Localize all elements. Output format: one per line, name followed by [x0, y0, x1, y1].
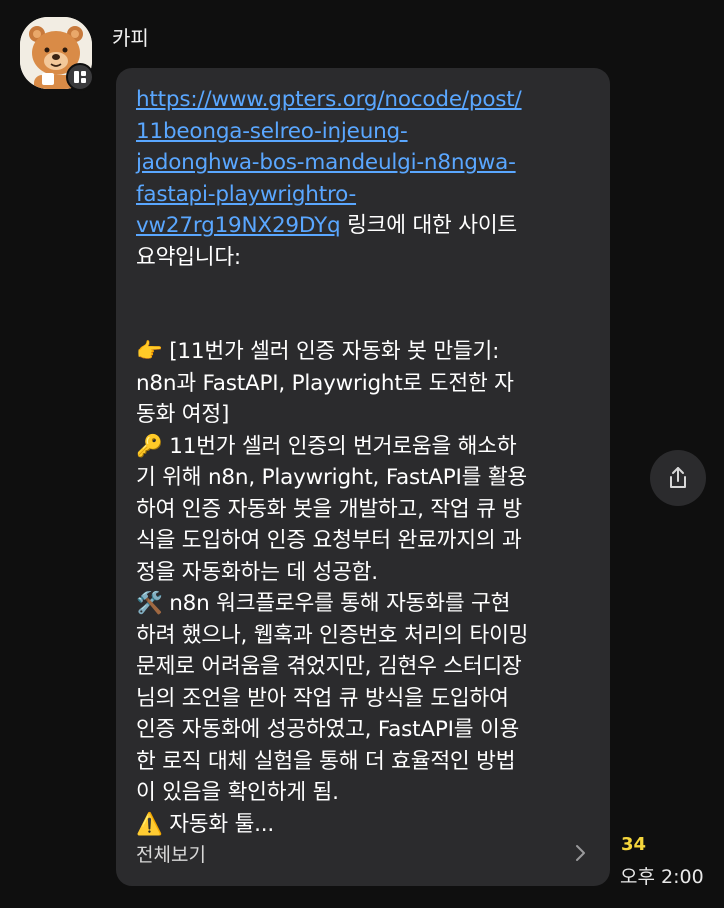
tools-line-1: n8n 워크플로우를 통해 자동화를 구현 [162, 591, 511, 616]
message-link-line-2[interactable]: 11beonga-selreo-injeung- [136, 119, 408, 144]
message-link-line-3[interactable]: jadonghwa-bos-mandeulgi-n8ngwa- [136, 150, 516, 175]
unread-count: 34 [621, 834, 647, 855]
message-link-line-4[interactable]: fastapi-playwrightro- [136, 182, 356, 207]
tools-line-7: 이 있음을 확인하게 됨. [136, 780, 339, 805]
message-link-line-5[interactable]: vw27rg19NX29DYq [136, 213, 341, 238]
key-icon: 🔑 [136, 433, 163, 459]
title-line-2: n8n과 FastAPI, Playwright로 도전한 자 [136, 370, 514, 396]
tools-line-6: 한 로직 대체 실험을 통해 더 효율적인 방법 [136, 748, 516, 774]
intro-text-2: 요약입니다: [136, 244, 241, 270]
message-bubble[interactable]: https://www.gpters.org/nocode/post/ 11be… [116, 68, 610, 886]
message-time: 오후 2:00 [620, 866, 704, 888]
share-button[interactable] [650, 450, 706, 506]
tools-line-4: 님의 조언을 받아 작업 큐 방식을 도입하여 [136, 685, 509, 711]
title-line-1: [11번가 셀러 인증 자동화 봇 만들기: [162, 339, 500, 364]
sender-name: 카피 [112, 26, 149, 50]
share-icon [670, 467, 686, 488]
pointing-hand-icon: 👉 [136, 339, 163, 364]
view-all-button[interactable]: 전체보기 [136, 828, 590, 878]
tools-line-3: 문제로 어려움을 겪었지만, 김현우 스터디장 [136, 654, 522, 679]
title-line-3: 동화 여정] [136, 402, 230, 427]
intro-text: 링크에 대한 사이트 [340, 213, 518, 238]
tools-icon: 🛠️ [136, 591, 163, 616]
view-all-label: 전체보기 [136, 843, 206, 866]
summary-line-4: 식을 도입하여 인증 요청부터 완료까지의 과 [136, 528, 522, 553]
app-badge-icon [66, 63, 94, 91]
summary-line-1: 11번가 셀러 인증의 번거로움을 해소하 [162, 433, 517, 459]
chevron-right-icon [576, 845, 585, 861]
summary-line-3: 하여 인증 자동화 봇을 개발하고, 작업 큐 방 [136, 496, 522, 522]
summary-line-2: 기 위해 n8n, Playwright, FastAPI를 활용 [136, 465, 528, 490]
message-link-line-1[interactable]: https://www.gpters.org/nocode/post/ [136, 87, 522, 112]
summary-line-5: 정을 자동화하는 데 성공함. [136, 559, 378, 585]
message-content: https://www.gpters.org/nocode/post/ 11be… [136, 84, 596, 840]
tools-line-2: 하려 했으나, 웹훅과 인증번호 처리의 타이밍 [136, 622, 529, 648]
tools-line-5: 인증 자동화에 성공하였고, FastAPI를 이용 [136, 717, 520, 742]
